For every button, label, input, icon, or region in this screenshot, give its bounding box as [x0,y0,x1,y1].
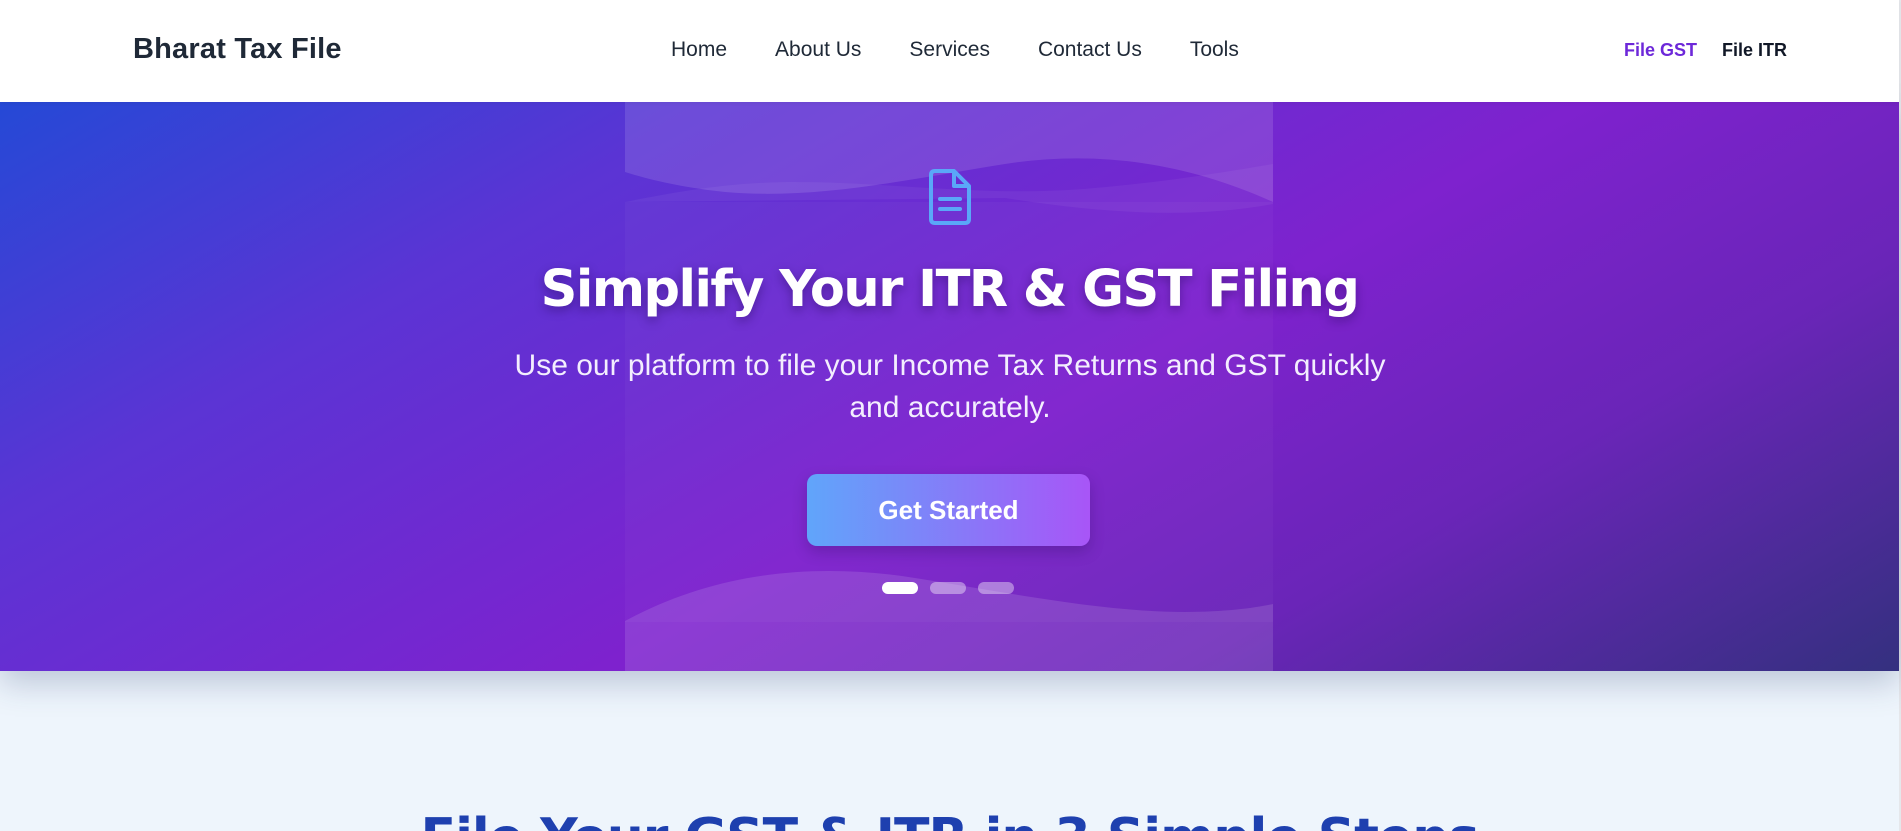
nav-link-tools[interactable]: Tools [1190,38,1239,62]
main-nav: Home About Us Services Contact Us Tools [671,38,1239,62]
nav-link-services[interactable]: Services [909,38,990,62]
file-gst-link[interactable]: File GST [1624,40,1697,61]
document-icon [929,169,971,225]
file-itr-link[interactable]: File ITR [1722,40,1787,61]
carousel-dot-2[interactable] [930,582,966,594]
top-navbar: Bharat Tax File Home About Us Services C… [0,0,1899,102]
hero-banner: Simplify Your ITR & GST Filing Use our p… [0,102,1899,671]
hero-content: Simplify Your ITR & GST Filing Use our p… [0,102,1899,671]
get-started-button[interactable]: Get Started [807,474,1090,546]
hero-subtitle: Use our platform to file your Income Tax… [514,349,1386,424]
brand-logo-text[interactable]: Bharat Tax File [133,33,342,66]
carousel-dot-3[interactable] [978,582,1014,594]
carousel-indicators [882,582,1014,594]
carousel-dot-1[interactable] [882,582,918,594]
nav-actions: File GST File ITR [1624,40,1787,61]
nav-link-contact-us[interactable]: Contact Us [1038,38,1142,62]
nav-link-about-us[interactable]: About Us [775,38,861,62]
steps-section-heading: File Your GST & ITR in 3 Simple Steps [0,808,1899,831]
nav-link-home[interactable]: Home [671,38,727,62]
hero-title: Simplify Your ITR & GST Filing [540,260,1360,319]
